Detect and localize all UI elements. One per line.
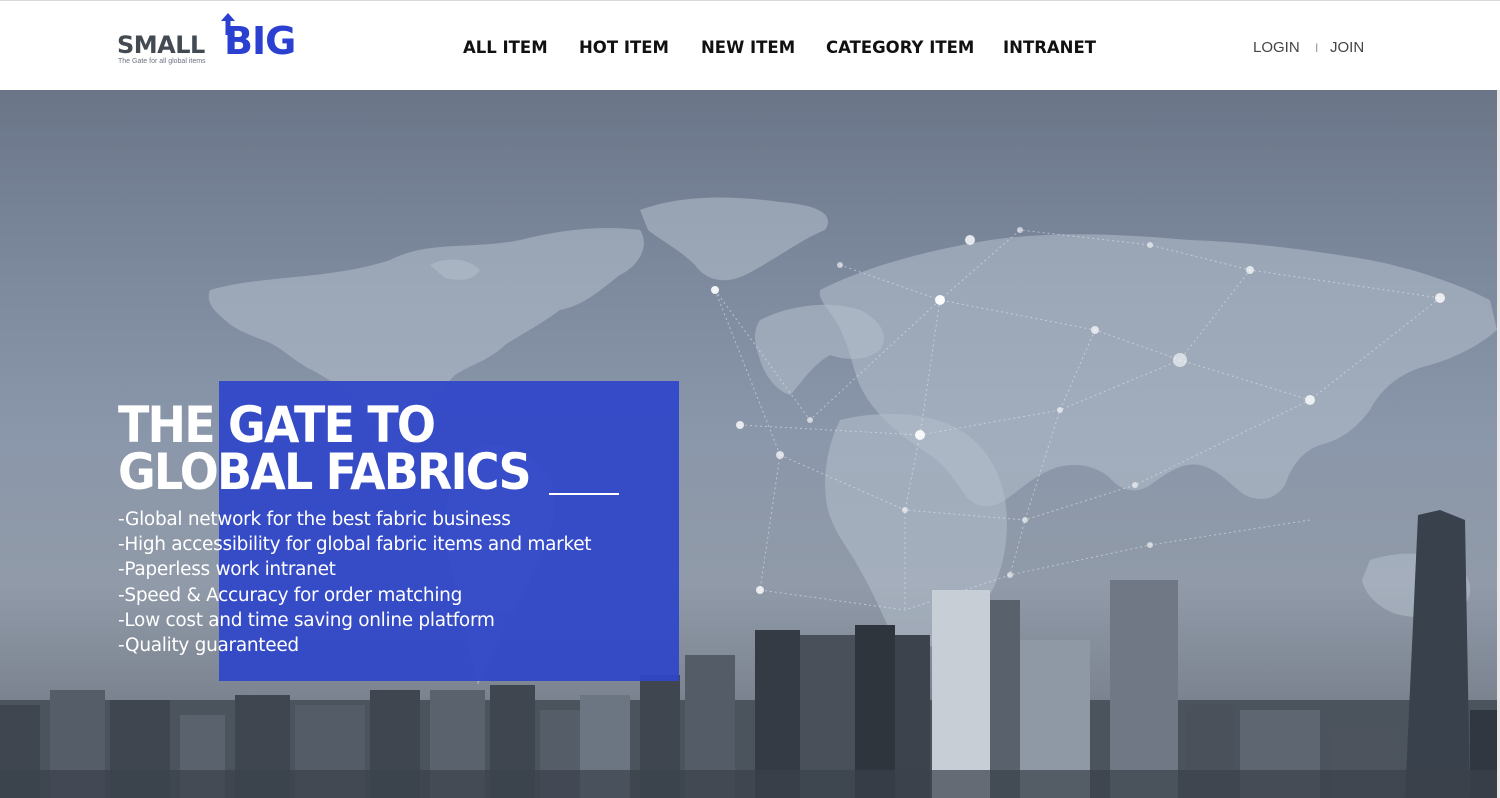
feature-item: -Speed & Accuracy for order matching	[118, 584, 463, 606]
logo-tagline: The Gate for all global items	[118, 58, 206, 65]
nav-intranet[interactable]: INTRANET	[1003, 38, 1096, 57]
auth-separator: I	[1315, 41, 1319, 55]
login-link[interactable]: LOGIN	[1253, 39, 1300, 56]
headline-line-1: THE GATE TO	[118, 396, 436, 454]
nav-category-item[interactable]: CATEGORY ITEM	[826, 38, 974, 57]
join-link[interactable]: JOIN	[1330, 39, 1364, 56]
feature-item: -Global network for the best fabric busi…	[118, 509, 511, 530]
nav-new-item[interactable]: NEW ITEM	[701, 38, 795, 57]
feature-list: -Global network for the best fabric busi…	[118, 507, 592, 658]
logo-big-text: BIG	[224, 19, 296, 63]
feature-item: -Quality guaranteed	[118, 635, 299, 657]
headline-underline	[549, 493, 619, 495]
hero-banner: THE GATE TO GLOBAL FABRICS -Global netwo…	[0, 90, 1497, 798]
site-header: SMALL BIG The Gate for all global items …	[0, 0, 1500, 90]
logo-small-text: SMALL	[117, 31, 205, 59]
feature-item: -Low cost and time saving online platfor…	[118, 609, 495, 631]
feature-item: -High accessibility for global fabric it…	[118, 534, 592, 556]
feature-item: -Paperless work intranet	[118, 559, 336, 581]
nav-hot-item[interactable]: HOT ITEM	[579, 38, 669, 57]
site-logo[interactable]: SMALL BIG The Gate for all global items	[117, 13, 317, 69]
headline-line-2: GLOBAL FABRICS	[118, 443, 532, 501]
hero-headline: THE GATE TO GLOBAL FABRICS	[118, 396, 532, 501]
nav-all-item[interactable]: ALL ITEM	[463, 38, 548, 57]
